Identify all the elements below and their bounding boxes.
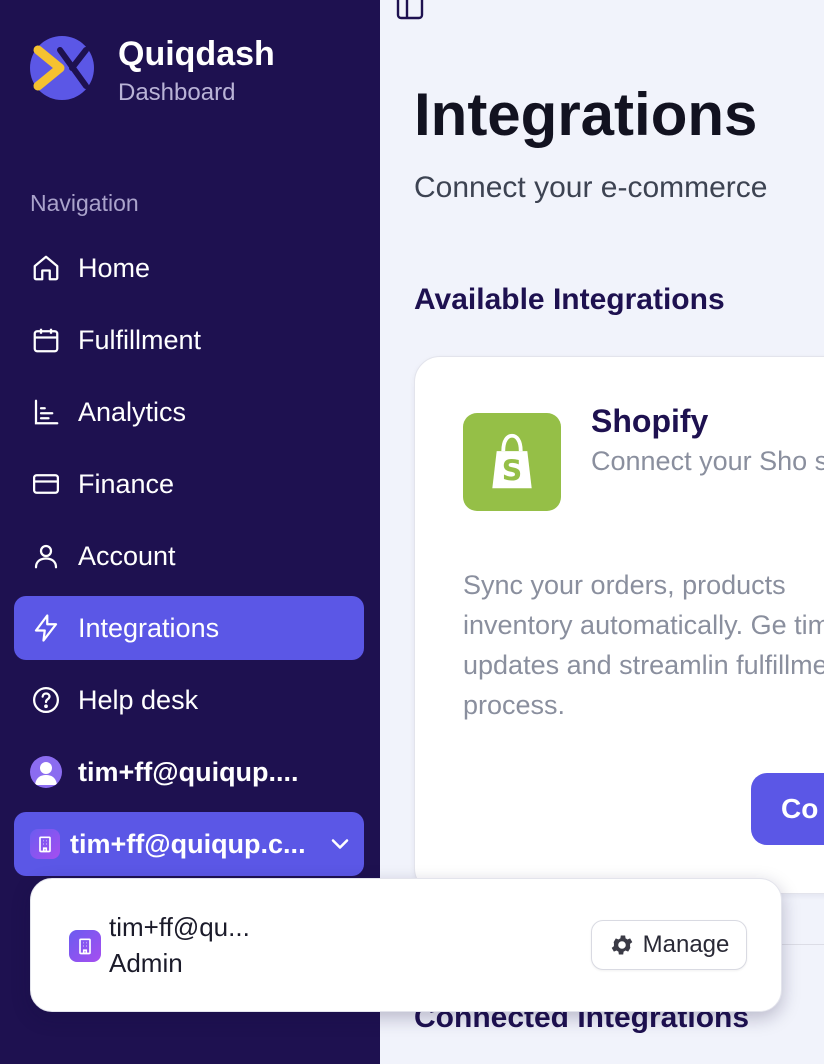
sidebar-item-account[interactable]: Account [14, 524, 364, 588]
connect-button[interactable]: Co [751, 773, 824, 845]
calendar-icon [30, 324, 62, 356]
user-menu[interactable]: tim+ff@quiqup.... [14, 740, 364, 804]
org-name: tim+ff@qu... [109, 912, 250, 942]
page-title: Integrations [414, 81, 758, 148]
shopify-card: S Shopify Connect your Sho store. Sync y… [414, 356, 824, 894]
org-popover: tim+ff@qu... Admin Manage [30, 878, 782, 1012]
sidebar-item-finance[interactable]: Finance [14, 452, 364, 516]
sidebar-item-label: Analytics [78, 396, 187, 427]
sidebar-toggle-icon[interactable] [396, 0, 426, 22]
sidebar-item-label: Finance [78, 468, 175, 499]
sidebar-item-label: Fulfillment [78, 324, 202, 355]
sidebar-item-label: Account [78, 540, 176, 571]
nav-heading: Navigation [30, 190, 139, 216]
chevron-down-icon [331, 839, 349, 849]
available-integrations-heading: Available Integrations [414, 283, 725, 316]
sidebar-item-analytics[interactable]: Analytics [14, 380, 364, 444]
lightning-icon [30, 612, 62, 644]
sidebar-item-label: Help desk [78, 684, 199, 715]
building-icon [30, 829, 60, 859]
brand-subtitle: Dashboard [118, 79, 236, 106]
svg-text:S: S [502, 455, 522, 488]
building-icon [69, 930, 101, 962]
org-switcher[interactable]: tim+ff@quiqup.c... [14, 812, 364, 876]
manage-label: Manage [642, 931, 730, 958]
integration-description: Sync your orders, products inventory aut… [463, 570, 824, 720]
avatar [30, 756, 62, 788]
sidebar-item-integrations[interactable]: Integrations [14, 596, 364, 660]
shopify-logo-icon: S [463, 413, 561, 511]
credit-card-icon [30, 468, 62, 500]
quiqdash-logo-icon [30, 36, 94, 100]
help-circle-icon [30, 684, 62, 716]
gear-icon [611, 935, 632, 955]
user-email: tim+ff@quiqup.... [78, 756, 299, 787]
integration-name: Shopify [591, 403, 709, 439]
page-subtitle: Connect your e-commerce [414, 171, 768, 204]
brand-name: Quiqdash [118, 35, 275, 73]
integration-tagline: Connect your Sho store. [591, 446, 824, 476]
manage-button[interactable]: Manage [591, 920, 747, 970]
brand[interactable]: Quiqdash Dashboard [30, 35, 275, 106]
sidebar-item-fulfillment[interactable]: Fulfillment [14, 308, 364, 372]
sidebar-item-help-desk[interactable]: Help desk [14, 668, 364, 732]
sidebar-item-home[interactable]: Home [14, 236, 364, 300]
sidebar-item-label: Home [78, 252, 151, 283]
sidebar-item-label: Integrations [78, 612, 220, 643]
chart-icon [30, 396, 62, 428]
user-icon [30, 540, 62, 572]
home-icon [30, 252, 62, 284]
org-switcher-label: tim+ff@quiqup.c... [70, 828, 306, 859]
org-role: Admin [109, 948, 183, 978]
